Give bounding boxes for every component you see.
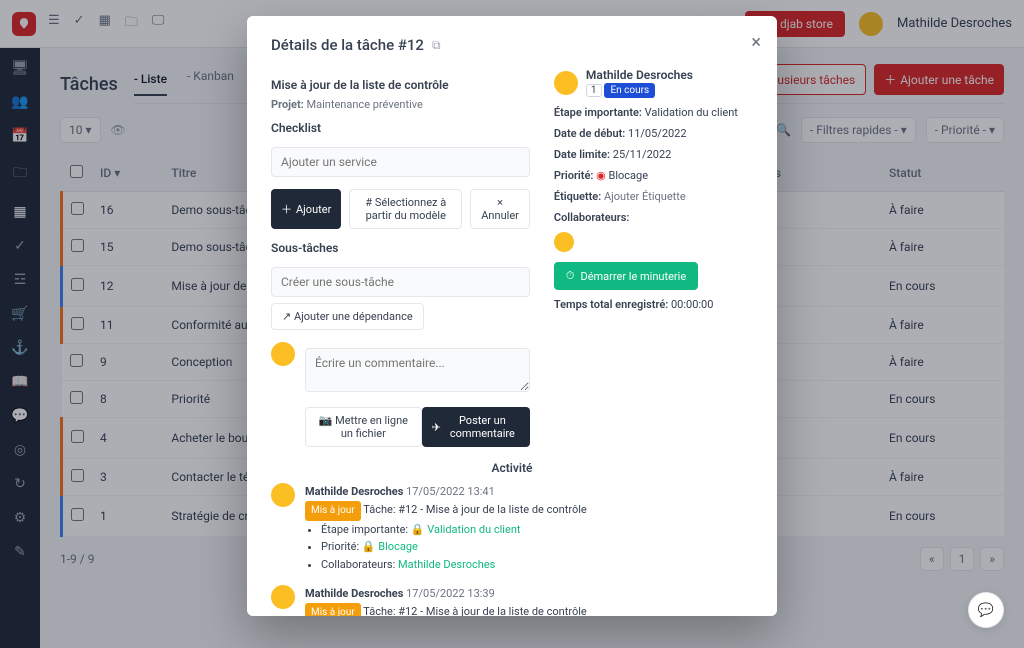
subtasks-heading: Sous-tâches [271,241,530,255]
avatar [554,232,574,252]
plus-icon: ＋ [281,201,292,217]
activity-heading: Activité [271,461,753,475]
chat-fab[interactable]: 💬 [968,592,1004,628]
checklist-input[interactable] [271,147,530,177]
checklist-cancel-button[interactable]: × Annuler [470,189,530,229]
external-link-icon[interactable]: ⧉ [432,38,441,53]
start-timer-button[interactable]: ⏱Démarrer le minuterie [554,262,698,290]
template-button[interactable]: # Sélectionnez à partir du modèle [349,189,462,229]
task-subtitle: Mise à jour de la liste de contrôle [271,78,530,92]
upload-file-button[interactable]: 📷 Mettre en ligne un fichier [305,407,422,447]
avatar [271,483,295,507]
task-detail-modal: × Détails de la tâche #12 ⧉ Mise à jour … [247,16,777,616]
avatar [554,71,578,95]
dependency-button[interactable]: ↗ Ajouter une dépendance [271,303,424,330]
clock-icon: ⏱ [566,269,575,283]
modal-overlay: × Détails de la tâche #12 ⧉ Mise à jour … [0,0,1024,648]
post-comment-button[interactable]: ✈ Poster un commentaire [422,407,530,447]
subtask-input[interactable] [271,267,530,297]
close-icon[interactable]: × [751,32,761,53]
comment-input[interactable] [305,348,530,392]
avatar [271,585,295,609]
chat-icon: 💬 [978,603,994,618]
assignee-name: Mathilde Desroches [586,68,693,82]
modal-title: Détails de la tâche #12 [271,36,424,54]
status-badge: En cours [604,83,655,98]
avatar [271,342,295,366]
checklist-add-button[interactable]: ＋Ajouter [271,189,341,229]
activity-item: Mathilde Desroches 17/05/2022 13:39 Mis … [271,585,753,616]
activity-item: Mathilde Desroches 17/05/2022 13:41 Mis … [271,483,753,573]
checklist-heading: Checklist [271,121,530,135]
